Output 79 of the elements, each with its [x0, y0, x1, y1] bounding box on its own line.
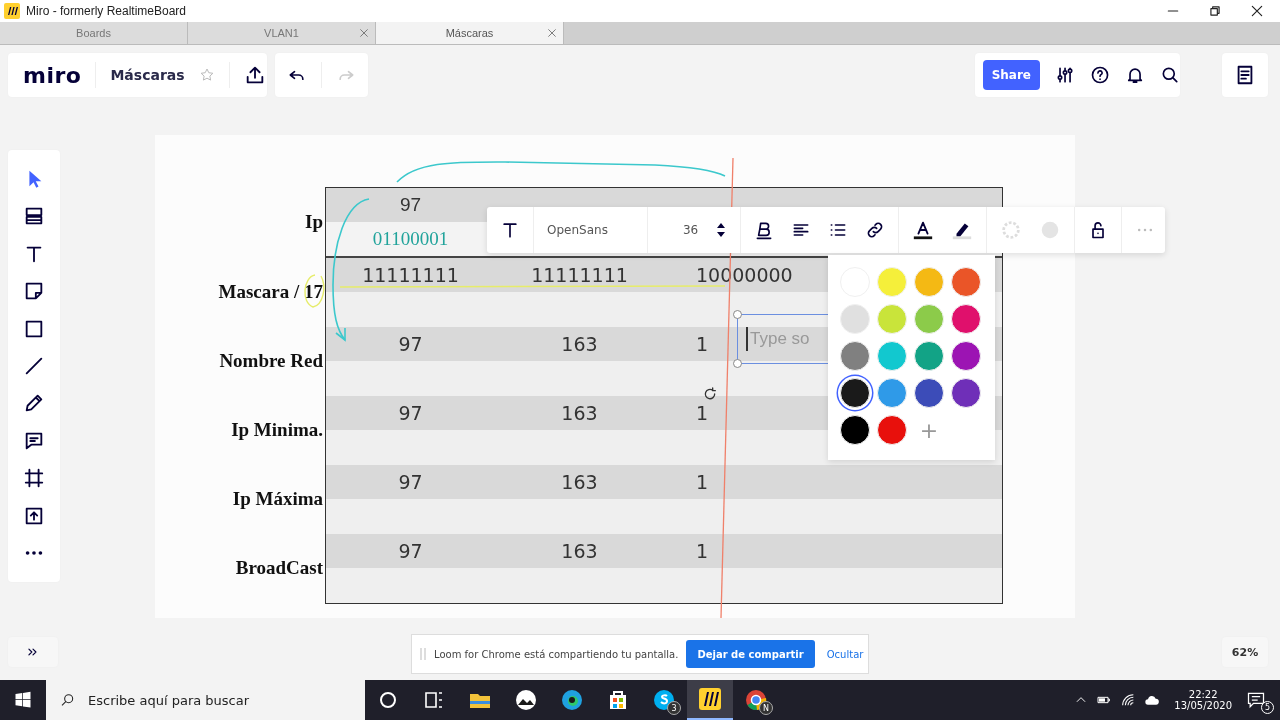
rotate-icon[interactable]: [702, 386, 718, 402]
color-swatch[interactable]: [877, 341, 907, 371]
color-swatch[interactable]: [914, 341, 944, 371]
row-label: Nombre Red: [219, 349, 323, 372]
window-title: Miro - formerly RealtimeBoard: [26, 4, 187, 18]
color-swatch[interactable]: [840, 415, 870, 445]
search-icon: [60, 692, 76, 708]
color-swatch[interactable]: [951, 267, 981, 297]
table-cell: 01100001: [372, 228, 449, 250]
color-swatch[interactable]: [877, 304, 907, 334]
row-label: Ip Máxima: [232, 487, 323, 510]
font-size-field[interactable]: 36: [660, 223, 699, 237]
table-cell: 1: [696, 333, 709, 355]
row-label: Ip: [305, 211, 323, 233]
table-cell: 163: [561, 402, 598, 424]
table-cell: 97: [398, 540, 423, 562]
stop-sharing-button[interactable]: Dejar de compartir: [686, 640, 815, 668]
edge-icon: [560, 688, 584, 712]
drag-handle-icon[interactable]: [420, 647, 426, 661]
row-label: BroadCast: [235, 556, 323, 579]
color-swatch[interactable]: [877, 378, 907, 408]
color-swatch[interactable]: [840, 341, 870, 371]
badge: 5: [1261, 701, 1274, 714]
taskbar-search[interactable]: Escribe aquí para buscar: [46, 680, 365, 720]
table-cell: 97: [398, 333, 423, 355]
banner-message: Loom for Chrome está compartiendo tu pantalla.: [434, 648, 679, 660]
color-swatch[interactable]: [840, 378, 870, 408]
taskbar-app[interactable]: 3: [641, 680, 687, 720]
table-cell: 1: [696, 540, 709, 562]
help-icon[interactable]: [1089, 64, 1110, 86]
color-swatch[interactable]: [951, 341, 981, 371]
color-swatch[interactable]: [951, 378, 981, 408]
badge: 3: [667, 701, 681, 715]
color-swatch[interactable]: [951, 304, 981, 334]
frame-icon[interactable]: [23, 467, 45, 490]
table-cell: 1: [696, 402, 709, 424]
table-cell: 163: [561, 540, 598, 562]
maximize-icon[interactable]: [1208, 4, 1222, 18]
table-cell: 97: [398, 402, 423, 424]
table-cell: 97: [398, 471, 423, 493]
browser-tab[interactable]: Máscaras: [376, 22, 564, 44]
windows-icon[interactable]: [14, 691, 32, 709]
row-label: Ip Minima.: [231, 418, 323, 441]
clock-date[interactable]: 13/05/2020: [1174, 700, 1232, 711]
clock-time[interactable]: 22:22: [1188, 689, 1218, 700]
hide-button[interactable]: Ocultar: [822, 648, 868, 660]
miro-logo[interactable]: miro: [23, 62, 82, 88]
board-name[interactable]: Máscaras: [110, 67, 185, 83]
share-button[interactable]: Share: [983, 60, 1040, 90]
color-swatch[interactable]: [914, 378, 944, 408]
font-dropdown[interactable]: OpenSans: [547, 223, 634, 237]
close-icon[interactable]: [1250, 4, 1264, 18]
text-tool-icon[interactable]: [500, 220, 520, 240]
badge: N: [759, 701, 773, 715]
color-swatch[interactable]: [840, 304, 870, 334]
photos-icon: [514, 688, 538, 712]
row-label: Mascara / 17: [218, 280, 323, 303]
color-swatch[interactable]: [914, 304, 944, 334]
line-icon[interactable]: [23, 355, 45, 377]
notification-icon[interactable]: [1246, 690, 1266, 710]
table-cell: 163: [561, 333, 598, 355]
color-swatch[interactable]: [877, 267, 907, 297]
resize-handle[interactable]: [733, 310, 742, 319]
taskbar-app[interactable]: [687, 680, 733, 720]
table-cell: 11111111: [362, 264, 459, 286]
table-cell: 10000000: [696, 264, 793, 286]
table-cell: 11111111: [531, 264, 628, 286]
taskbar-app[interactable]: N: [733, 680, 779, 720]
table-cell: 97: [399, 194, 422, 216]
color-swatch[interactable]: [914, 267, 944, 297]
text-color-icon[interactable]: [912, 219, 935, 241]
table-cell: 163: [561, 471, 598, 493]
browser-icon: [744, 688, 768, 712]
table-cell: 1: [696, 471, 709, 493]
app-icon: [4, 3, 20, 19]
star-icon[interactable]: [198, 67, 215, 83]
resize-handle[interactable]: [733, 359, 742, 368]
board-app-icon: [698, 687, 722, 711]
color-swatch[interactable]: [877, 415, 907, 445]
